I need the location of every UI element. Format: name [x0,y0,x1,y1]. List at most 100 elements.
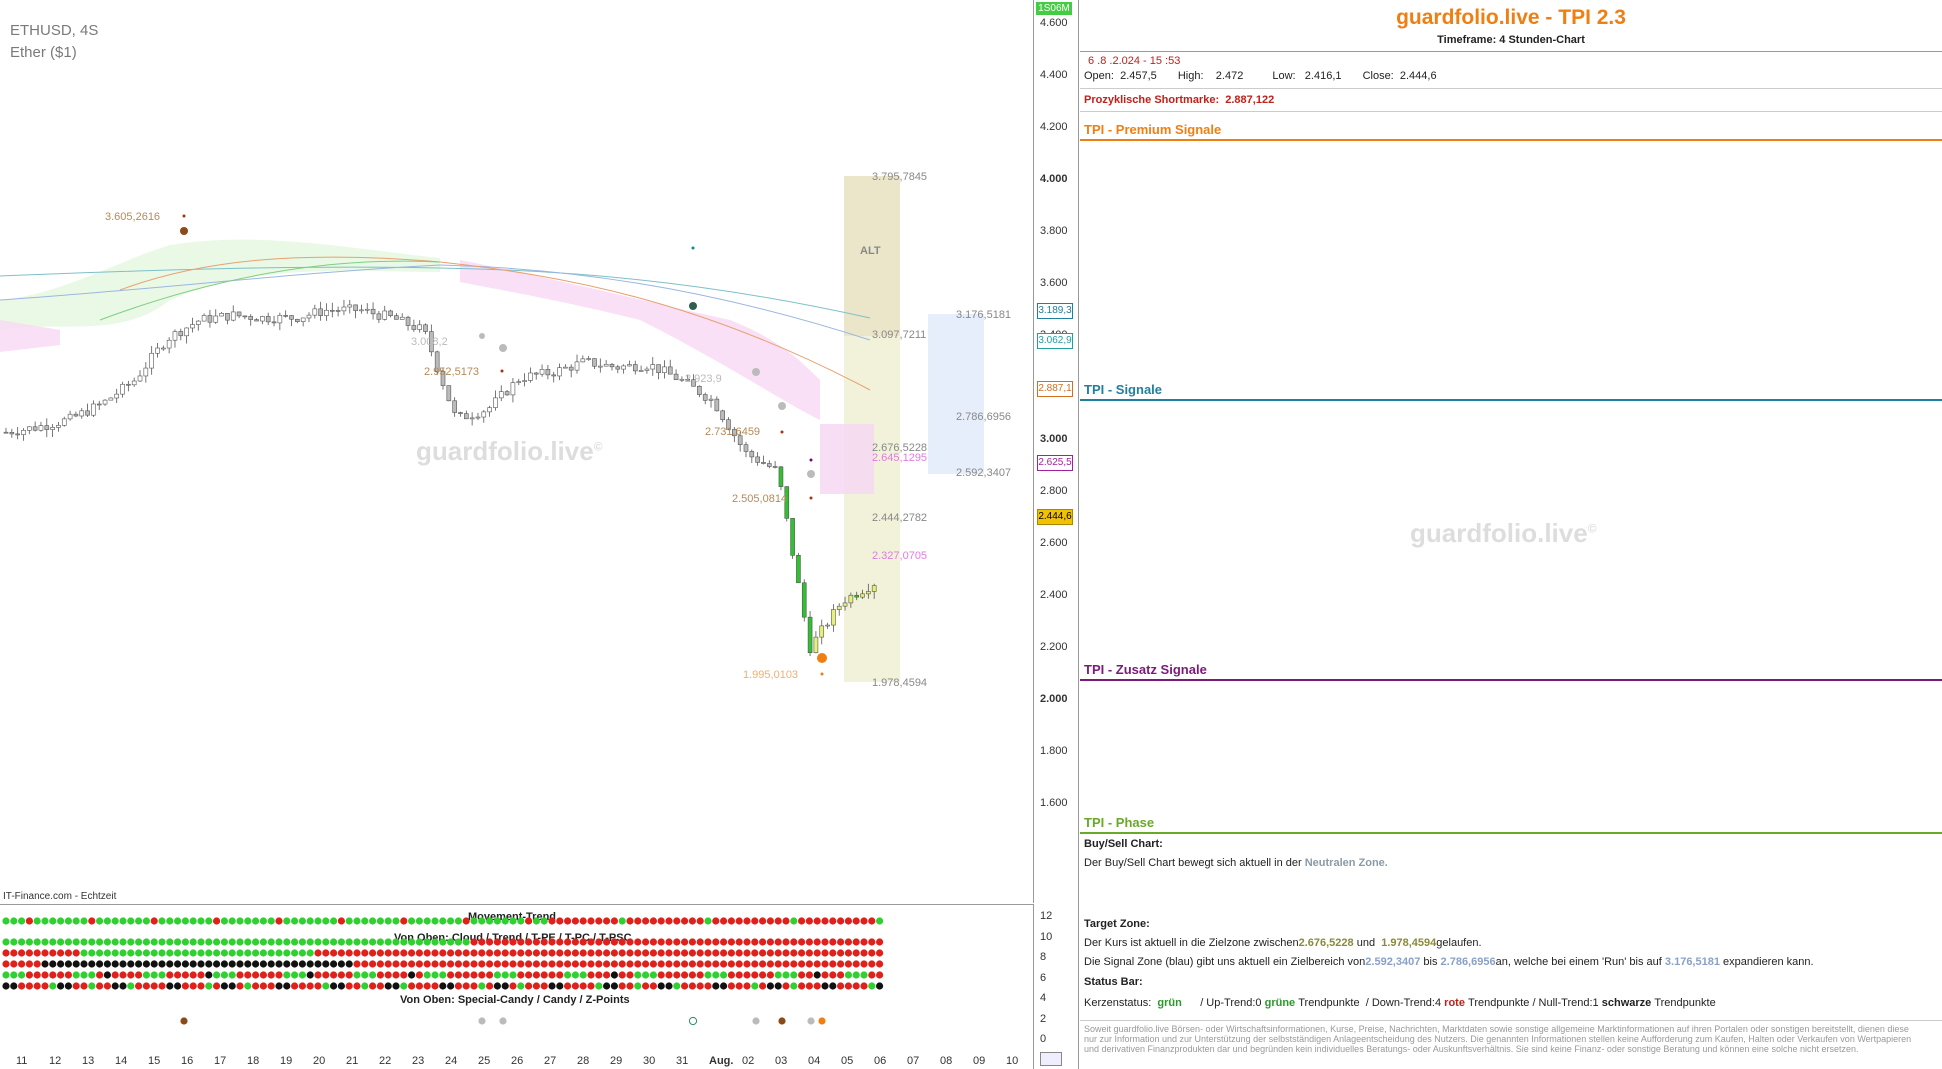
indicator-dot [330,971,338,979]
candle-body [9,431,15,435]
indicator-dot [353,982,361,990]
indicator-dot [759,960,767,968]
indicator-dot [423,949,431,957]
indicator-dot [400,938,408,946]
candle-body [539,369,545,375]
indicator-dot [766,971,775,979]
candle-body [650,364,656,370]
indicator-dot [813,982,821,990]
indicator-dot [135,960,143,968]
indicator-dot [228,917,236,925]
indicator-dot [868,971,876,979]
indicator-dot [735,917,743,925]
candle-body [854,594,859,598]
indicator-dot [829,960,837,968]
indicator-dot [493,938,501,946]
indicator-dot [291,960,299,968]
candle-body [423,324,428,332]
candle-body [219,312,224,317]
y-tick-label: 2.000 [1040,693,1068,705]
timeframe-label: Timeframe: 4 Stunden-Chart [1437,34,1585,46]
indicator-dot [298,917,306,925]
indicator-dot [376,982,384,990]
indicator-dot [135,938,143,946]
indicator-dot [197,917,205,925]
indicator-dot [610,938,619,946]
indicator-dot [267,971,275,979]
indicator-dot [673,949,681,957]
candle-body [504,391,510,396]
green-cloud [0,239,440,330]
indicator-dot [220,971,228,979]
chart-settings-icon[interactable] [1040,1052,1062,1066]
indicator-dot [829,949,837,957]
indicator-dot [735,982,743,990]
indicator-dot [844,938,853,946]
candle-body [382,310,388,320]
indicator-dot [88,971,96,979]
indicator-dot [805,949,814,957]
indicator-dot [712,960,720,968]
indicator-dot [579,949,587,957]
indicator-dot [688,960,697,968]
indicator-dot [283,971,291,979]
candle-body [848,594,854,604]
candle-body [190,324,195,329]
indicator-dot [821,960,829,968]
indicator-dot [587,982,595,990]
candle-body [836,605,842,610]
indicator-dot [876,938,884,946]
indicator-dot [80,917,88,925]
level-label: 3.097,7211 [872,329,927,341]
indicator-dot [751,982,759,990]
indicator-dot [275,938,283,946]
indicator-dot [228,949,236,957]
indicator-dot [439,949,447,957]
indicator-dot [135,917,143,925]
y-tick-label: 2.800 [1040,485,1068,497]
indicator-dot [64,960,72,968]
indicator-dot [603,949,611,957]
indicator-tick-label: 6 [1040,971,1047,984]
indicator-dot [571,960,580,968]
indicator-dot [72,917,80,925]
indicator-dot [821,971,829,979]
indicator-dot [743,917,751,925]
indicator-dot [626,949,634,957]
indicator-dot [720,971,728,979]
indicator-dot [174,917,182,925]
candle-body [271,321,277,324]
candle-body [195,320,201,325]
indicator-dot [337,938,345,946]
indicator-dot [18,982,26,990]
indicator-dot [462,960,470,968]
candle-body [708,398,714,401]
indicator-dot [431,938,439,946]
indicator-dot [751,917,759,925]
indicator-tick-label: 4 [1040,992,1047,1004]
level-label: 2.786,6956 [956,411,1012,423]
indicator-dot [298,982,306,990]
indicator-dot [696,982,704,990]
indicator-dot [111,971,119,979]
indicator-dot [493,960,501,968]
indicator-dot [142,971,150,979]
indicator-dot [88,917,96,925]
indicator-dot [454,971,462,979]
candle-body [61,418,67,426]
indicator-dot [478,938,486,946]
indicator-pane[interactable]: Movement-Trend Von Oben: Cloud / Trend /… [0,904,1034,1069]
price-chart-pane[interactable]: ETHUSD, 4S Ether ($1) guardfolio.live© 3… [0,0,1034,903]
indicator-dot [158,938,166,946]
indicator-dot [244,949,252,957]
indicator-dot [642,982,650,990]
indicator-dot [454,938,462,946]
indicator-dot [392,960,400,968]
indicator-dot [579,917,587,925]
indicator-dot [735,960,743,968]
indicator-dot [501,917,509,925]
indicator-dot [712,917,720,925]
indicator-dot [540,960,548,968]
level-label: 2.505,0814 [732,493,788,505]
indicator-dot [291,938,299,946]
